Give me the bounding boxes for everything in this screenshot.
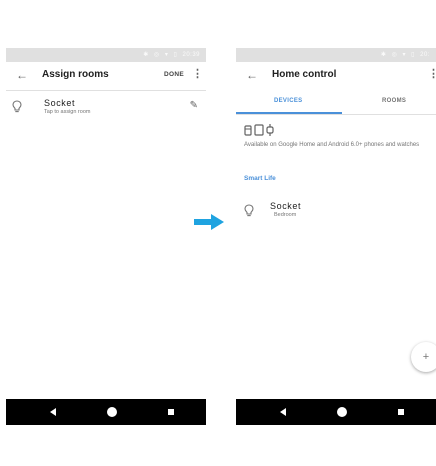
tab-devices[interactable]: DEVICES: [274, 98, 302, 104]
wifi-icon: ▾: [164, 52, 169, 58]
status-bar: ✱ ◎ ▾ ▯ 20:: [236, 48, 436, 62]
more-vert-icon[interactable]: ⋮: [192, 68, 203, 82]
battery-icon: ▯: [173, 52, 178, 58]
transition-arrow-icon: [194, 214, 224, 230]
nav-recent-icon[interactable]: [398, 409, 404, 415]
add-device-button[interactable]: +: [411, 342, 436, 372]
page-title: Home control: [272, 69, 337, 80]
assign-rooms-screen: ✱ ◎ ▾ ▯ 20:39 ← Assign rooms DONE ⋮ Sock…: [6, 48, 206, 425]
home-control-screen: ✱ ◎ ▾ ▯ 20: ← Home control ⋮ DEVICES ROO…: [236, 48, 436, 425]
bluetooth-icon: ✱: [380, 52, 387, 58]
bulb-icon: [12, 100, 22, 113]
navigation-bar: [6, 399, 206, 425]
status-bar: ✱ ◎ ▾ ▯ 20:39: [6, 48, 206, 62]
tablet-icon: [254, 124, 264, 136]
signal-icon: ◎: [153, 52, 160, 58]
section-header: Smart Life: [244, 175, 276, 182]
back-arrow-icon[interactable]: ←: [246, 67, 258, 83]
tab-rooms[interactable]: ROOMS: [382, 98, 406, 104]
watch-icon: [266, 124, 274, 136]
divider: [236, 114, 436, 115]
device-room: Bedroom: [274, 212, 297, 218]
nav-back-icon[interactable]: [50, 408, 56, 416]
divider: [6, 90, 206, 91]
bluetooth-icon: ✱: [143, 52, 149, 58]
status-time: 20:39: [182, 52, 200, 58]
status-time: 20:: [420, 52, 430, 58]
nav-home-icon[interactable]: [337, 407, 347, 417]
wifi-icon: ▾: [402, 52, 406, 58]
device-row[interactable]: Socket Tap to assign room ✎: [6, 94, 206, 120]
app-bar: ← Assign rooms DONE ⋮: [6, 62, 206, 90]
phone-icon: [244, 125, 252, 136]
device-row[interactable]: Socket Bedroom: [236, 198, 436, 224]
pencil-icon[interactable]: ✎: [190, 100, 198, 111]
app-bar: ← Home control ⋮: [236, 62, 436, 90]
navigation-bar: [236, 399, 436, 425]
done-button[interactable]: DONE: [164, 71, 184, 78]
tab-bar: DEVICES ROOMS: [236, 90, 436, 115]
availability-text: Available on Google Home and Android 6.0…: [244, 142, 420, 148]
device-types: [244, 124, 274, 136]
device-name: Socket: [270, 201, 302, 211]
device-subtitle: Tap to assign room: [44, 109, 91, 115]
page-title: Assign rooms: [42, 69, 109, 80]
add-icon: +: [422, 351, 430, 363]
nav-home-icon[interactable]: [107, 407, 117, 417]
device-name: Socket: [44, 98, 76, 108]
bulb-icon: [244, 204, 254, 217]
nav-recent-icon[interactable]: [168, 409, 174, 415]
battery-icon: ▯: [411, 52, 415, 58]
more-vert-icon[interactable]: ⋮: [428, 68, 436, 82]
signal-icon: ◎: [391, 52, 398, 58]
back-arrow-icon[interactable]: ←: [16, 67, 28, 83]
nav-back-icon[interactable]: [280, 408, 286, 416]
